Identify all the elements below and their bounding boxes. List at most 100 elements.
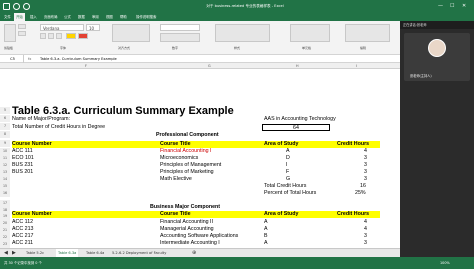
hours-cell[interactable]: 4 <box>364 148 367 154</box>
tell-me-search[interactable]: 操作说明搜索 <box>134 13 158 21</box>
row-number[interactable]: 11 <box>0 155 10 162</box>
course-title-cell[interactable]: Principles of Marketing <box>160 169 214 175</box>
zoom-level[interactable]: 100% <box>440 257 450 269</box>
hours-cell[interactable]: 4 <box>364 226 367 232</box>
course-title-cell[interactable]: Financial Accounting I <box>160 148 212 154</box>
course-number-cell[interactable]: ACC 217 <box>12 233 34 239</box>
total-credit-label[interactable]: Total Credit Hours <box>264 183 306 189</box>
row-number[interactable]: 20 <box>0 220 10 227</box>
course-number-cell[interactable]: BUS 201 <box>12 169 33 175</box>
fill-color-button[interactable] <box>66 33 76 39</box>
column-header-g[interactable]: G <box>208 63 211 69</box>
row-number[interactable]: 10 <box>0 148 10 155</box>
tab-data[interactable]: 数据 <box>76 13 87 21</box>
area-cell[interactable]: A <box>286 148 290 154</box>
name-box[interactable]: C5 <box>2 55 24 63</box>
header-area[interactable]: Area of Study <box>264 141 298 147</box>
percent-label[interactable]: Percent of Total Hours <box>264 190 316 196</box>
header-course-title[interactable]: Course Title <box>160 141 191 147</box>
course-title-cell[interactable]: Financial Accounting II <box>160 219 213 225</box>
maximize-icon[interactable]: ☐ <box>450 0 454 13</box>
column-header-f[interactable]: F <box>85 63 87 69</box>
area-cell[interactable]: A <box>264 226 268 232</box>
course-title-cell[interactable]: Microeconomics <box>160 155 198 161</box>
credits-value[interactable]: 64 <box>262 124 330 131</box>
course-number-cell[interactable]: ACC 211 <box>12 240 33 246</box>
cells-group[interactable] <box>290 24 330 42</box>
tab-view[interactable]: 视图 <box>104 13 115 21</box>
total-credit-value[interactable]: 16 <box>360 183 366 189</box>
alignment-group[interactable] <box>112 24 150 42</box>
header-course-number[interactable]: Course Number <box>12 211 52 217</box>
header-credit-hours[interactable]: Credit Hours <box>337 211 369 217</box>
hours-cell[interactable]: 4 <box>364 219 367 225</box>
bold-button[interactable] <box>40 33 46 39</box>
underline-button[interactable] <box>56 33 62 39</box>
number-format-select[interactable] <box>160 24 200 31</box>
major-value[interactable]: AAS in Accounting Technology <box>264 116 336 122</box>
course-title-cell[interactable]: Math Elective <box>160 176 192 182</box>
course-number-cell[interactable]: ECO 101 <box>12 155 34 161</box>
close-icon[interactable]: ✕ <box>462 0 466 13</box>
undo-icon[interactable] <box>13 3 20 10</box>
row-number[interactable]: 21 <box>0 227 10 234</box>
header-area[interactable]: Area of Study <box>264 211 298 217</box>
editing-group[interactable] <box>345 24 390 42</box>
copy-icon[interactable] <box>18 31 26 36</box>
italic-button[interactable] <box>48 33 54 39</box>
tab-formulas[interactable]: 公式 <box>62 13 73 21</box>
course-number-cell[interactable]: BUS 231 <box>12 162 33 168</box>
styles-group[interactable] <box>215 24 270 42</box>
font-color-button[interactable] <box>78 33 88 39</box>
area-cell[interactable]: B <box>264 233 268 239</box>
area-cell[interactable]: I <box>286 162 287 168</box>
row-number[interactable]: 13 <box>0 169 10 176</box>
number-buttons[interactable] <box>160 33 200 42</box>
course-title-cell[interactable]: Intermediate Accounting I <box>160 240 220 246</box>
row-number[interactable]: 6 <box>0 115 10 122</box>
row-number[interactable]: 23 <box>0 241 10 248</box>
font-size-select[interactable]: 10 <box>86 24 100 31</box>
cut-icon[interactable] <box>18 24 26 29</box>
header-course-title[interactable]: Course Title <box>160 211 191 217</box>
area-cell[interactable]: A <box>264 219 268 225</box>
row-number[interactable]: 19 <box>0 213 10 220</box>
major-label[interactable]: Name of Major/Program: <box>12 116 70 122</box>
row-number[interactable]: 14 <box>0 176 10 183</box>
course-title-cell[interactable]: Principles of Management <box>160 162 221 168</box>
column-header-h[interactable]: H <box>296 63 299 69</box>
area-cell[interactable]: D <box>286 155 290 161</box>
tab-help[interactable]: 帮助 <box>118 13 129 21</box>
percent-value[interactable]: 25% <box>355 190 366 196</box>
course-title-cell[interactable]: Accounting Software Applications <box>160 233 238 239</box>
row-number[interactable]: 8 <box>0 131 10 138</box>
minimize-icon[interactable]: — <box>438 0 443 13</box>
credits-label[interactable]: Total Number of Credit Hours in Degree <box>12 124 105 130</box>
header-credit-hours[interactable]: Credit Hours <box>337 141 369 147</box>
course-number-cell[interactable]: ACC 111 <box>12 148 33 154</box>
row-number[interactable]: 9 <box>0 140 10 147</box>
row-number[interactable]: 22 <box>0 234 10 241</box>
font-name-select[interactable]: Verdana <box>40 24 84 31</box>
hours-cell[interactable]: 3 <box>364 162 367 168</box>
column-header-i[interactable]: I <box>356 63 357 69</box>
area-cell[interactable]: G <box>286 176 290 182</box>
row-number[interactable]: 16 <box>0 190 10 197</box>
area-cell[interactable]: A <box>264 240 268 246</box>
row-number[interactable]: 7 <box>0 123 10 130</box>
course-number-cell[interactable]: ACC 112 <box>12 219 33 225</box>
hours-cell[interactable]: 3 <box>364 155 367 161</box>
area-cell[interactable]: F <box>286 169 289 175</box>
row-number[interactable]: 12 <box>0 162 10 169</box>
row-number[interactable]: 5 <box>0 107 10 114</box>
hours-cell[interactable]: 3 <box>364 176 367 182</box>
tab-page-layout[interactable]: 页面布局 <box>42 13 60 21</box>
row-number[interactable]: 15 <box>0 183 10 190</box>
header-course-number[interactable]: Course Number <box>12 141 52 147</box>
hours-cell[interactable]: 3 <box>364 240 367 246</box>
tab-insert[interactable]: 插入 <box>28 13 39 21</box>
formula-input[interactable]: Table 6.3.a. Curriculum Summary Example <box>40 55 117 63</box>
hours-cell[interactable]: 3 <box>364 169 367 175</box>
course-number-cell[interactable]: ACC 213 <box>12 226 34 232</box>
tab-home[interactable]: 开始 <box>14 13 25 21</box>
